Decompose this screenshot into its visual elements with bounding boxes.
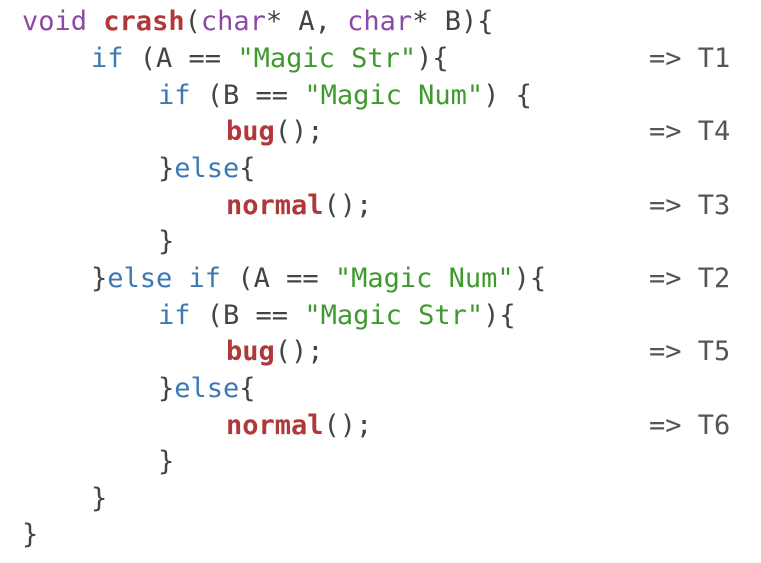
condition-text: (B == (190, 300, 305, 331)
close-brace: } (158, 373, 175, 404)
code-line-12: normal(); (0, 408, 372, 444)
annotation-t6: => T6 (649, 410, 731, 441)
string-literal: "Magic Str" (237, 43, 417, 74)
function-call-normal: normal (226, 410, 324, 441)
keyword-char: char (200, 6, 266, 37)
close-brace: } (158, 153, 175, 184)
keyword-else: else (174, 153, 240, 184)
annotation-t4: => T4 (649, 116, 731, 147)
code-line-5: }else{ (0, 151, 256, 187)
keyword-if: if (91, 43, 124, 74)
code-line-8: }else if (A == "Magic Num"){ (0, 261, 546, 297)
annotation-t3: => T3 (649, 190, 731, 221)
condition-close: ){ (513, 263, 547, 294)
close-brace: } (91, 263, 108, 294)
code-line-3: if (B == "Magic Num") { (0, 78, 532, 114)
code-line-11: }else{ (0, 371, 256, 407)
condition-text: (A == (123, 43, 238, 74)
string-literal: "Magic Num" (334, 263, 514, 294)
condition-text: (A == (221, 263, 335, 294)
call-parens: (); (323, 190, 373, 221)
keyword-else: else (174, 373, 240, 404)
keyword-if: if (158, 300, 191, 331)
param-a: * A, (265, 6, 348, 37)
param-b: * B){ (412, 6, 494, 37)
keyword-char: char (347, 6, 413, 37)
annotation-t5: => T5 (649, 336, 731, 367)
open-brace: { (239, 373, 256, 404)
code-line-4: bug(); (0, 114, 324, 150)
condition-close: ){ (483, 300, 516, 331)
function-call-normal: normal (226, 190, 324, 221)
paren-open: ( (184, 6, 201, 37)
code-line-15: } (0, 517, 38, 553)
condition-text: (B == (190, 80, 305, 111)
string-literal: "Magic Num" (304, 80, 484, 111)
function-call-bug: bug (226, 116, 275, 147)
condition-close: ) { (483, 80, 532, 111)
close-brace: } (158, 226, 175, 257)
annotation-t1: => T1 (649, 43, 731, 74)
code-line-13: } (0, 444, 174, 480)
call-parens: (); (323, 410, 373, 441)
keyword-else-if: else if (107, 263, 222, 294)
code-line-1: void crash(char* A, char* B){ (0, 4, 493, 40)
string-literal: "Magic Str" (304, 300, 484, 331)
call-parens: (); (274, 336, 324, 367)
close-brace: } (91, 483, 108, 514)
code-line-14: } (0, 481, 107, 517)
function-name-crash: crash (103, 6, 185, 37)
keyword-if: if (158, 80, 191, 111)
code-line-6: normal(); (0, 188, 372, 224)
close-brace: } (158, 446, 175, 477)
close-brace: } (22, 519, 39, 550)
code-line-2: if (A == "Magic Str"){ (0, 41, 449, 77)
code-block: void crash(char* A, char* B){ if (A == "… (0, 0, 761, 563)
function-call-bug: bug (226, 336, 275, 367)
code-line-10: bug(); (0, 334, 324, 370)
open-brace: { (239, 153, 256, 184)
code-line-9: if (B == "Magic Str"){ (0, 298, 516, 334)
condition-close: ){ (416, 43, 449, 74)
annotation-t2: => T2 (649, 263, 731, 294)
call-parens: (); (274, 116, 324, 147)
keyword-void: void (22, 6, 88, 37)
code-line-7: } (0, 224, 174, 260)
